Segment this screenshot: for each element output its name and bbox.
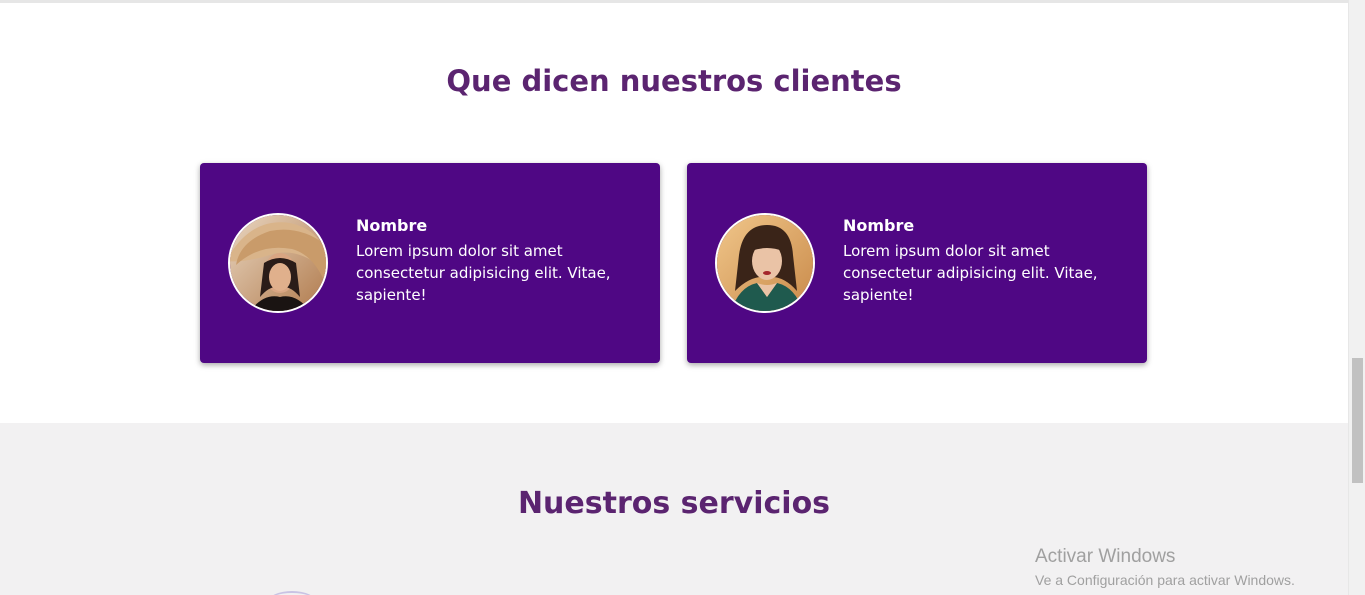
testimonial-card: Nombre Lorem ipsum dolor sit amet consec… xyxy=(687,163,1147,363)
scrollbar-thumb[interactable] xyxy=(1352,358,1363,483)
testimonial-quote: Lorem ipsum dolor sit amet consectetur a… xyxy=(843,242,1098,304)
woman-portrait-photo-icon xyxy=(717,215,813,311)
woman-hat-photo-icon xyxy=(230,215,326,311)
windows-activation-watermark: Activar Windows Ve a Configuración para … xyxy=(1035,546,1295,590)
testimonials-title: Que dicen nuestros clientes xyxy=(446,64,902,98)
testimonial-quote: Lorem ipsum dolor sit amet consectetur a… xyxy=(356,242,611,304)
service-icon-peek xyxy=(268,591,316,595)
watermark-title: Activar Windows xyxy=(1035,546,1176,567)
watermark-subtitle: Ve a Configuración para activar Windows. xyxy=(1035,572,1295,588)
testimonial-name: Nombre xyxy=(356,216,428,235)
testimonial-text: Nombre Lorem ipsum dolor sit amet consec… xyxy=(356,216,641,306)
vertical-scrollbar[interactable] xyxy=(1348,0,1365,595)
testimonials-section: Que dicen nuestros clientes Nombre Lorem… xyxy=(0,3,1348,423)
avatar xyxy=(228,213,328,313)
services-title: Nuestros servicios xyxy=(517,486,831,521)
testimonial-text: Nombre Lorem ipsum dolor sit amet consec… xyxy=(843,216,1128,306)
avatar xyxy=(715,213,815,313)
testimonial-card: Nombre Lorem ipsum dolor sit amet consec… xyxy=(200,163,660,363)
testimonial-name: Nombre xyxy=(843,216,915,235)
viewport: Que dicen nuestros clientes Nombre Lorem… xyxy=(0,0,1348,595)
page: Que dicen nuestros clientes Nombre Lorem… xyxy=(0,0,1365,595)
